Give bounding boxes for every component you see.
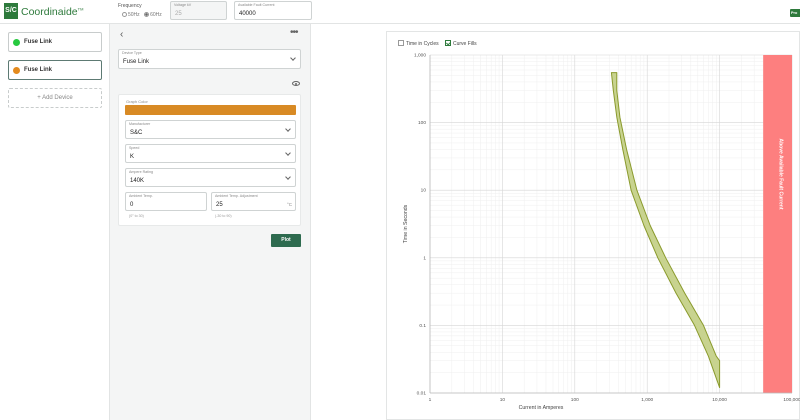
graph-color-label: Graph Color xyxy=(126,99,148,104)
eye-icon[interactable] xyxy=(292,81,300,86)
device-label: Fuse Link xyxy=(24,39,53,45)
ambient-temp-label: Ambient Temp. xyxy=(129,194,153,198)
manufacturer-label: Manufacturer xyxy=(129,122,151,126)
fault-current-value: 40000 xyxy=(239,11,256,17)
sc-logo: S/C xyxy=(4,3,18,19)
ambient-adjust-value: 25 xyxy=(216,202,223,208)
manufacturer-value: S&C xyxy=(130,130,143,136)
trademark: TM xyxy=(77,6,84,12)
chevron-down-icon xyxy=(285,126,291,132)
speed-select[interactable]: Speed K xyxy=(125,144,296,163)
radio-60hz[interactable] xyxy=(144,12,150,17)
ambient-adjust-unit: °C xyxy=(286,202,292,207)
ambient-temp-field[interactable]: Ambient Temp. 0 xyxy=(125,192,207,211)
graph-color-swatch[interactable] xyxy=(125,105,296,115)
chevron-down-icon xyxy=(285,174,291,180)
ambient-adjust-hint: (-30 to 90) xyxy=(215,214,232,218)
app-brand: CoordinaideTM xyxy=(21,6,83,18)
brand-name: Coordinaide xyxy=(21,6,78,18)
curve-fills-toggle[interactable]: Curve Fills xyxy=(445,40,477,47)
device-color-dot xyxy=(13,39,20,46)
device-type-select[interactable]: Device Type Fuse Link xyxy=(118,49,301,69)
add-device-button[interactable]: + Add Device xyxy=(8,88,102,108)
frequency-label: Frequency xyxy=(118,3,142,9)
voltage-field: Voltage kV 25 xyxy=(170,1,227,20)
ampere-rating-select[interactable]: Ampere Rating 140K xyxy=(125,168,296,187)
curve-fills-label: Curve Fills xyxy=(453,41,477,47)
manufacturer-select[interactable]: Manufacturer S&C xyxy=(125,120,296,139)
voltage-value: 25 xyxy=(175,11,182,17)
chevron-down-icon xyxy=(285,150,291,156)
time-in-cycles-label: Time in Cycles xyxy=(406,41,439,47)
plot-button[interactable]: Plot xyxy=(271,234,301,247)
speed-value: K xyxy=(130,154,135,160)
back-chevron-icon[interactable]: ‹ xyxy=(120,29,123,40)
ambient-temp-hint: (0° to 30) xyxy=(129,214,144,218)
radio-50hz[interactable] xyxy=(122,12,127,17)
tcc-chart-panel xyxy=(386,31,800,420)
device-label: Fuse Link xyxy=(24,67,53,73)
ampere-rating-value: 140K xyxy=(130,178,145,184)
more-options-icon[interactable]: ••• xyxy=(290,27,298,38)
device-color-dot xyxy=(13,67,20,74)
device-type-value: Fuse Link xyxy=(123,59,150,65)
radio-60hz-label: 60Hz xyxy=(150,12,162,18)
voltage-label: Voltage kV xyxy=(174,3,192,7)
ambient-adjust-field[interactable]: Ambient Temp. Adjustment 25 °C xyxy=(211,192,296,211)
radio-50hz-label: 50Hz xyxy=(128,12,140,18)
curve-fills-checkbox[interactable] xyxy=(445,40,451,46)
app-header: S/C CoordinaideTM Frequency 50Hz 60Hz Vo… xyxy=(0,0,800,24)
device-item[interactable]: Fuse Link xyxy=(8,32,102,52)
fault-current-field[interactable]: Available Fault Current 40000 xyxy=(234,1,312,20)
pro-button[interactable]: Pro xyxy=(790,9,800,17)
ambient-adjust-label: Ambient Temp. Adjustment xyxy=(215,194,258,198)
frequency-group: Frequency 50Hz 60Hz xyxy=(118,3,162,18)
time-in-cycles-toggle[interactable]: Time in Cycles xyxy=(398,40,439,47)
device-type-label: Device Type xyxy=(122,51,142,55)
ampere-rating-label: Ampere Rating xyxy=(129,170,153,174)
speed-label: Speed xyxy=(129,146,140,150)
fault-current-label: Available Fault Current xyxy=(238,3,275,7)
ambient-temp-value: 0 xyxy=(130,202,134,208)
fuse-settings-card: Graph Color Manufacturer S&C Speed K Amp… xyxy=(118,94,301,226)
device-settings-panel: ‹ ••• Device Type Fuse Link Graph Color … xyxy=(110,24,311,420)
chevron-down-icon xyxy=(290,55,296,61)
device-sidebar: Fuse Link Fuse Link + Add Device xyxy=(0,24,110,420)
time-in-cycles-checkbox[interactable] xyxy=(398,40,404,46)
device-item-selected[interactable]: Fuse Link xyxy=(8,60,102,80)
